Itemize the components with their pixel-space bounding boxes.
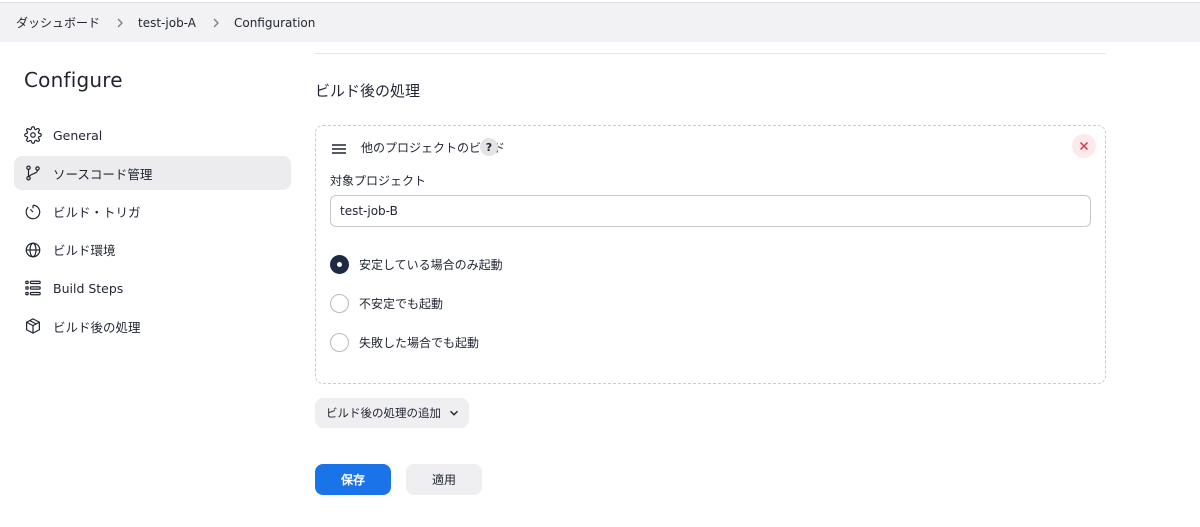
help-button[interactable]: ? <box>480 138 498 156</box>
sidebar-item-label: General <box>53 127 103 143</box>
breadcrumb: ダッシュボード test-job-A Configuration <box>0 2 1200 42</box>
globe-icon <box>24 241 42 259</box>
remove-button[interactable] <box>1072 134 1096 158</box>
post-build-action-card: 他のプロジェクトのビルド ? 対象プロジェクト 安定している場合のみ起動 不安定… <box>315 125 1106 384</box>
section-title: ビルド後の処理 <box>315 82 421 100</box>
project-input[interactable] <box>330 195 1091 227</box>
sidebar-item-label: Build Steps <box>53 280 124 296</box>
sidebar-item-label: ビルド環境 <box>53 243 116 259</box>
section-divider <box>315 53 1106 54</box>
radio-button[interactable] <box>330 332 349 352</box>
radio-option-stable[interactable]: 安定している場合のみ起動 <box>330 254 503 274</box>
package-icon <box>24 317 42 335</box>
sidebar-item-build-triggers[interactable]: ビルド・トリガ <box>14 195 291 229</box>
radio-button[interactable] <box>330 293 349 313</box>
sidebar-item-build-environment[interactable]: ビルド環境 <box>14 233 291 267</box>
branch-icon <box>24 164 42 182</box>
apply-button[interactable]: 適用 <box>406 464 482 495</box>
breadcrumb-job[interactable]: test-job-A <box>138 16 196 30</box>
list-icon <box>24 279 42 297</box>
add-button-label: ビルド後の処理の追加 <box>326 406 441 420</box>
radio-button-checked[interactable] <box>330 254 349 274</box>
chevron-right-icon <box>114 17 126 29</box>
drag-handle-icon[interactable] <box>332 140 346 154</box>
save-button[interactable]: 保存 <box>315 464 391 495</box>
chevron-down-icon <box>450 410 458 416</box>
sidebar-item-label: ビルド・トリガ <box>53 205 141 221</box>
chevron-right-icon <box>210 17 222 29</box>
close-icon <box>1079 141 1089 151</box>
breadcrumb-dashboard[interactable]: ダッシュボード <box>16 14 100 31</box>
radio-option-failed[interactable]: 失敗した場合でも起動 <box>330 332 479 352</box>
sidebar-nav: General ソースコード管理 ビルド・トリガ ビルド環境 Build Ste… <box>14 118 291 348</box>
sidebar-item-build-steps[interactable]: Build Steps <box>14 271 291 305</box>
sidebar-item-general[interactable]: General <box>14 118 291 152</box>
timer-icon <box>24 203 42 221</box>
breadcrumb-configuration[interactable]: Configuration <box>234 16 315 30</box>
sidebar-title: Configure <box>24 68 123 92</box>
sidebar-item-scm[interactable]: ソースコード管理 <box>14 156 291 191</box>
radio-label: 失敗した場合でも起動 <box>359 335 480 350</box>
radio-label: 安定している場合のみ起動 <box>359 257 503 272</box>
sidebar-item-label: ソースコード管理 <box>53 166 153 182</box>
sidebar-item-post-build[interactable]: ビルド後の処理 <box>14 309 291 343</box>
radio-label: 不安定でも起動 <box>359 296 444 311</box>
project-field-label: 対象プロジェクト <box>330 174 427 188</box>
gear-icon <box>24 126 42 144</box>
add-post-build-action-button[interactable]: ビルド後の処理の追加 <box>315 398 469 428</box>
radio-option-unstable[interactable]: 不安定でも起動 <box>330 293 443 313</box>
sidebar-item-label: ビルド後の処理 <box>53 319 141 335</box>
